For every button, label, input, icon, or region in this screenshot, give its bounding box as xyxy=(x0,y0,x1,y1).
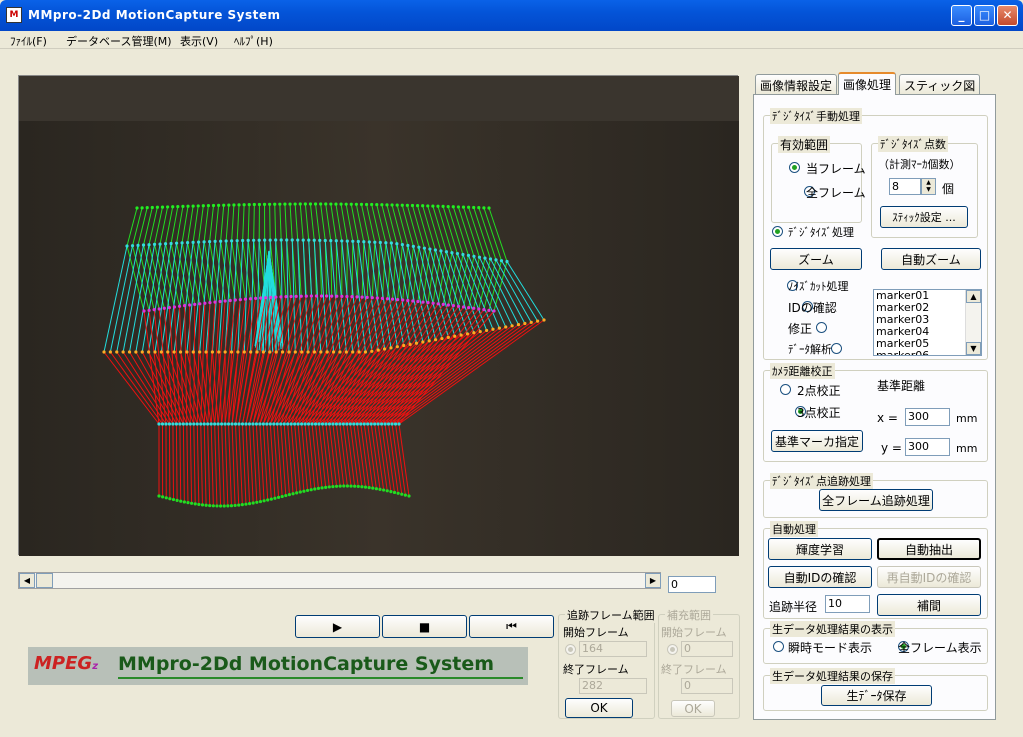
noise-cut-label: ﾉｲｽﾞｶｯﾄ処理 xyxy=(788,280,849,293)
motion-capture-overlay xyxy=(19,76,739,556)
close-button[interactable]: ✕ xyxy=(997,5,1018,26)
zoom-button[interactable]: ズーム xyxy=(770,248,862,270)
tab-image-processing[interactable]: 画像処理 xyxy=(838,72,897,95)
menu-bar: ﾌｧｲﾙ(F) データベース管理(M) 表示(V) ﾍﾙﾌﾟ(H) xyxy=(0,31,1023,49)
manual-digitize-group: ﾃﾞｼﾞﾀｲｽﾞ手動処理 有効範囲 当フレーム 全フレーム ﾃﾞｼﾞﾀｲｽﾞ点数… xyxy=(763,108,988,360)
current-frame-radio[interactable] xyxy=(789,162,800,173)
instant-mode-radio[interactable] xyxy=(773,641,784,652)
points-unit: 個 xyxy=(942,182,955,196)
fill-start-radio xyxy=(667,644,678,655)
digitize-points-group: ﾃﾞｼﾞﾀｲｽﾞ点数 （計測ﾏｰｶ個数） 8 ▲ ▼ 個 ｽﾃｨｯｸ設定 ... xyxy=(871,136,978,238)
two-point-radio[interactable] xyxy=(780,384,791,395)
listbox-scrollbar[interactable]: ▲ ▼ xyxy=(965,290,981,355)
chevron-down-icon[interactable]: ▼ xyxy=(966,342,981,355)
re-auto-id-check-button: 再自動IDの確認 xyxy=(877,566,981,588)
reference-distance-label: 基準距離 xyxy=(877,379,926,393)
x-distance-field[interactable]: 300 xyxy=(905,408,950,426)
x-unit: mm xyxy=(956,412,978,425)
menu-database[interactable]: データベース管理(M) xyxy=(66,33,172,49)
scroll-left-arrow[interactable]: ◀ xyxy=(19,573,35,588)
brightness-learning-button[interactable]: 輝度学習 xyxy=(768,538,872,560)
instant-mode-label: 瞬時モード表示 xyxy=(788,641,873,655)
fill-end-label: 終了フレーム xyxy=(661,663,727,676)
fix-radio[interactable] xyxy=(816,322,828,333)
radius-label: 追跡半径 xyxy=(769,600,818,614)
mmpro-logo: MPEGz MMpro-2Dd MotionCapture System xyxy=(28,647,528,685)
y-unit: mm xyxy=(956,442,978,455)
app-icon[interactable]: M xyxy=(6,7,22,23)
save-results-group: 生データ処理結果の保存 生ﾃﾞｰﾀ保存 xyxy=(763,668,988,711)
fill-ok-button: OK xyxy=(671,700,715,717)
menu-file[interactable]: ﾌｧｲﾙ(F) xyxy=(10,33,47,49)
radius-field[interactable]: 10 xyxy=(825,595,870,613)
x-label: x = xyxy=(877,411,898,425)
frame-scrollbar[interactable]: ◀ xyxy=(18,572,661,589)
minimize-button[interactable]: _ xyxy=(951,5,972,26)
fill-start-label: 開始フレーム xyxy=(661,626,727,639)
tab-image-info[interactable]: 画像情報設定 xyxy=(755,74,838,94)
valid-range-group: 有効範囲 当フレーム 全フレーム xyxy=(771,136,866,223)
current-frame-label: 当フレーム xyxy=(806,162,866,176)
points-sub-label: （計測ﾏｰｶ個数） xyxy=(878,158,961,171)
camera-calibration-group: ｶﾒﾗ距離校正 2点校正 3点校正 基準距離 x = 300 mm y = 30… xyxy=(763,363,988,462)
logo-mark: MPEGz xyxy=(34,653,99,674)
marker-listbox[interactable]: marker01 marker02 marker03 marker04 mark… xyxy=(873,289,982,356)
reference-marker-button[interactable]: 基準マーカ指定 xyxy=(771,430,863,452)
points-spinner[interactable]: ▲ ▼ xyxy=(921,178,936,195)
auto-zoom-button[interactable]: 自動ズーム xyxy=(881,248,981,270)
maximize-button[interactable]: □ xyxy=(974,5,995,26)
tracking-start-label: 開始フレーム xyxy=(563,626,629,639)
scroll-thumb[interactable] xyxy=(36,573,53,588)
fix-label: 修正 xyxy=(788,322,813,336)
chevron-up-icon[interactable]: ▲ xyxy=(966,290,981,303)
digitize-tracking-group: ﾃﾞｼﾞﾀｲｽﾞ点追跡処理 全フレーム追跡処理 xyxy=(763,473,988,518)
auto-id-check-button[interactable]: 自動IDの確認 xyxy=(768,566,872,588)
auto-processing-group: 自動処理 輝度学習 自動抽出 自動IDの確認 再自動IDの確認 追跡半径 10 … xyxy=(763,521,988,619)
fill-end-field: 0 xyxy=(681,678,733,694)
all-frame-display-label: 全フレーム表示 xyxy=(898,641,982,655)
digitize-radio[interactable] xyxy=(772,226,783,237)
tracking-ok-button[interactable]: OK xyxy=(565,698,633,718)
stick-settings-button[interactable]: ｽﾃｨｯｸ設定 ... xyxy=(880,206,968,228)
menu-help[interactable]: ﾍﾙﾌﾟ(H) xyxy=(234,33,273,49)
analysis-radio[interactable] xyxy=(831,343,843,354)
stop-button[interactable]: ■ xyxy=(382,615,467,638)
logo-text: MMpro-2Dd MotionCapture System xyxy=(118,653,495,675)
two-point-label: 2点校正 xyxy=(797,384,841,398)
y-distance-field[interactable]: 300 xyxy=(905,438,950,456)
three-point-label: 3点校正 xyxy=(797,406,841,420)
tracking-range-group: 追跡フレーム範囲 開始フレーム 164 終了フレーム 282 OK xyxy=(558,607,657,719)
y-label: y = xyxy=(881,441,902,455)
fill-range-group: 補充範囲 開始フレーム 0 終了フレーム 0 OK xyxy=(658,607,740,719)
tracking-start-field: 164 xyxy=(579,641,647,657)
points-field[interactable]: 8 xyxy=(889,178,921,195)
scroll-right-arrow[interactable]: ▶ xyxy=(645,573,661,588)
tracking-end-label: 終了フレーム xyxy=(563,663,629,676)
digitize-label: ﾃﾞｼﾞﾀｲｽﾞ処理 xyxy=(788,226,854,239)
save-raw-data-button[interactable]: 生ﾃﾞｰﾀ保存 xyxy=(821,685,932,706)
video-viewer[interactable] xyxy=(18,75,739,556)
auto-extract-button[interactable]: 自動抽出 xyxy=(877,538,981,560)
analysis-label: ﾃﾞｰﾀ解析 xyxy=(788,343,832,356)
title-bar: M MMpro-2Dd MotionCapture System _ □ ✕ xyxy=(0,0,1023,31)
rewind-button[interactable]: ⏮ xyxy=(469,615,554,638)
window-title: MMpro-2Dd MotionCapture System xyxy=(28,8,281,22)
tracking-start-radio xyxy=(565,644,576,655)
all-frame-tracking-button[interactable]: 全フレーム追跡処理 xyxy=(819,489,933,511)
tracking-end-field: 282 xyxy=(579,678,647,694)
play-button[interactable]: ▶ xyxy=(295,615,380,638)
menu-view[interactable]: 表示(V) xyxy=(180,33,218,49)
id-check-label: IDの確認 xyxy=(788,301,837,315)
interpolate-button[interactable]: 補間 xyxy=(877,594,981,616)
tab-stick-figure[interactable]: スティック図 xyxy=(899,74,981,94)
all-frame-label: 全フレーム xyxy=(806,186,866,200)
fill-start-field: 0 xyxy=(681,641,733,657)
display-results-group: 生データ処理結果の表示 瞬時モード表示 全フレーム表示 xyxy=(763,621,988,664)
image-processing-panel: ﾃﾞｼﾞﾀｲｽﾞ手動処理 有効範囲 当フレーム 全フレーム ﾃﾞｼﾞﾀｲｽﾞ点数… xyxy=(753,94,996,720)
frame-number-field[interactable]: 0 xyxy=(668,576,716,593)
